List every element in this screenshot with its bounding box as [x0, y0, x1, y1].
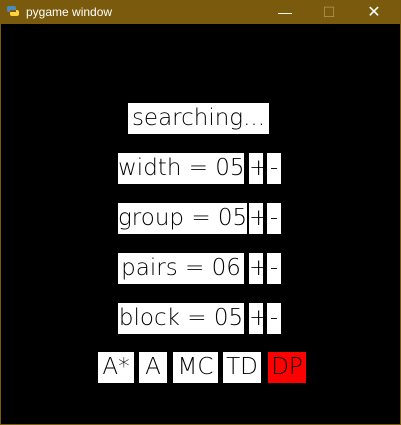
algo-dp-button[interactable]: DP: [268, 352, 306, 383]
pairs-minus-button[interactable]: -: [267, 253, 281, 284]
pairs-label: pairs = 06: [118, 253, 244, 284]
block-label: block = 05: [118, 303, 244, 334]
group-minus-button[interactable]: -: [267, 203, 281, 234]
algo-a-button[interactable]: A: [139, 352, 167, 383]
minimize-button[interactable]: —: [263, 0, 307, 24]
status-label: searching...: [128, 103, 269, 134]
block-minus-button[interactable]: -: [267, 303, 281, 334]
width-plus-button[interactable]: +: [249, 153, 268, 184]
pygame-snake-icon: [7, 6, 19, 16]
maximize-button[interactable]: ☐: [307, 0, 351, 24]
group-label: group = 05: [118, 203, 247, 234]
algo-td-button[interactable]: TD: [223, 352, 261, 383]
pairs-plus-button[interactable]: +: [249, 253, 268, 284]
close-button[interactable]: ✕: [352, 0, 396, 24]
block-plus-button[interactable]: +: [249, 303, 268, 334]
algo-a-star-button[interactable]: A*: [98, 352, 134, 383]
width-minus-button[interactable]: -: [267, 153, 281, 184]
group-plus-button[interactable]: +: [249, 203, 268, 234]
window-title: pygame window: [26, 5, 113, 19]
algo-mc-button[interactable]: MC: [173, 352, 218, 383]
title-bar[interactable]: pygame window — ☐ ✕: [0, 0, 401, 24]
width-label: width = 05: [118, 153, 245, 184]
